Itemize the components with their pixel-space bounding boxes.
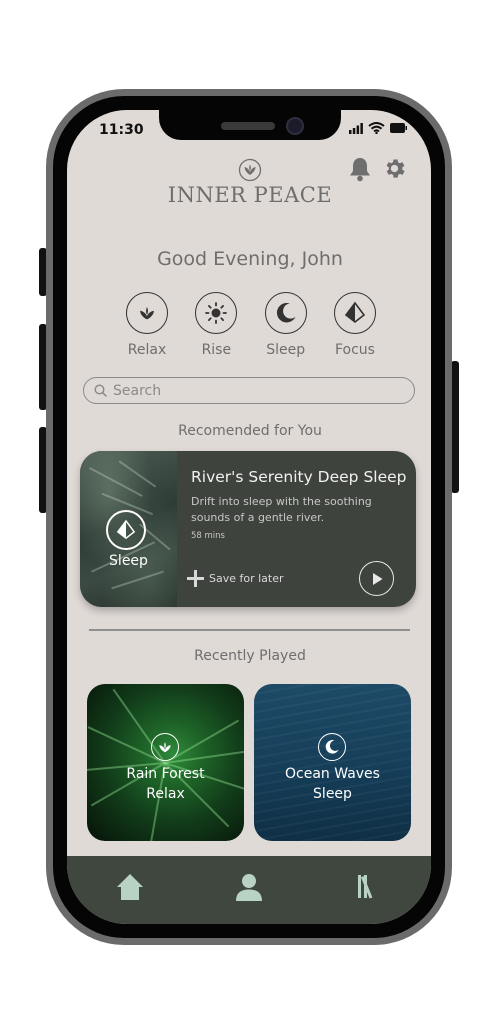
- home-icon[interactable]: [116, 872, 144, 902]
- lotus-icon: [140, 307, 154, 320]
- diamond-icon: [344, 301, 366, 324]
- recommended-card[interactable]: Sleep River's Serenity Deep Sleep Drift …: [80, 451, 416, 607]
- recommended-description: Drift into sleep with the soothing sound…: [191, 495, 372, 524]
- play-button[interactable]: [359, 561, 394, 596]
- wifi-icon: [368, 122, 385, 134]
- recommended-section-title: Recomended for You: [178, 423, 322, 439]
- moon-icon: [276, 302, 296, 323]
- category-rise-label: Rise: [201, 342, 232, 358]
- speaker: [221, 122, 275, 130]
- recommended-category-label: Sleep: [109, 553, 148, 569]
- greeting: Good Evening, John: [157, 248, 343, 270]
- library-icon[interactable]: [356, 872, 382, 900]
- status-icons: [349, 122, 407, 134]
- search-icon: [94, 384, 107, 397]
- search-input[interactable]: [111, 381, 395, 400]
- rain-forest-text: Rain Forest Relax: [87, 764, 244, 804]
- camera: [286, 117, 304, 135]
- app-title: INNER PEACE: [167, 183, 333, 207]
- recent-card-rain-forest[interactable]: Rain Forest Relax: [87, 684, 244, 841]
- app-screen: 11:30 INNER PEACE Good Evening, John Rel…: [67, 110, 431, 924]
- status-time: 11:30: [99, 122, 144, 138]
- play-icon: [372, 572, 382, 585]
- rain-forest-category: Relax: [146, 786, 185, 802]
- category-sleep-label: Sleep: [266, 342, 306, 358]
- category-rise-circle: [195, 292, 238, 334]
- river-image: Sleep: [80, 451, 177, 607]
- category-relax[interactable]: Relax: [122, 292, 172, 358]
- ocean-waves-text: Ocean Waves Sleep: [254, 764, 411, 804]
- save-for-later-label: Save for later: [209, 572, 284, 585]
- category-sleep-circle: [264, 292, 307, 334]
- header-actions: [348, 156, 407, 182]
- recommended-duration: 58 mins: [191, 531, 225, 541]
- power-button: [451, 361, 459, 493]
- recently-played-title: Recently Played: [194, 648, 306, 664]
- gear-icon[interactable]: [382, 156, 407, 181]
- category-selector: Relax Rise Sleep Focus: [122, 292, 380, 358]
- section-divider: [89, 629, 410, 631]
- save-for-later-button[interactable]: Save for later: [187, 570, 284, 587]
- category-relax-circle: [126, 292, 168, 334]
- battery-icon: [390, 123, 407, 133]
- moon-icon: [325, 740, 339, 754]
- lotus-logo-icon: [238, 158, 262, 182]
- category-focus[interactable]: Focus: [330, 292, 380, 358]
- rain-forest-badge: [151, 733, 179, 761]
- recommended-title: River's Serenity Deep Sleep: [191, 468, 407, 486]
- person-icon[interactable]: [234, 872, 264, 902]
- tab-bar: [67, 856, 431, 924]
- signal-icon: [349, 122, 363, 134]
- bell-icon[interactable]: [348, 156, 372, 182]
- rain-forest-title: Rain Forest: [126, 766, 205, 782]
- ocean-waves-badge: [318, 733, 346, 761]
- category-rise[interactable]: Rise: [191, 292, 241, 358]
- sleep-badge: [106, 510, 146, 550]
- ocean-waves-title: Ocean Waves: [285, 766, 380, 782]
- sun-icon: [205, 302, 228, 324]
- category-focus-label: Focus: [334, 342, 375, 358]
- plus-icon: [187, 570, 204, 587]
- lotus-icon: [159, 742, 171, 753]
- recent-card-ocean-waves[interactable]: Ocean Waves Sleep: [254, 684, 411, 841]
- category-relax-label: Relax: [127, 342, 167, 358]
- category-focus-circle: [333, 292, 376, 334]
- category-sleep[interactable]: Sleep: [261, 292, 311, 358]
- diamond-icon: [116, 519, 136, 540]
- notch: [159, 110, 341, 140]
- ocean-waves-category: Sleep: [313, 786, 352, 802]
- search-bar[interactable]: [83, 377, 415, 404]
